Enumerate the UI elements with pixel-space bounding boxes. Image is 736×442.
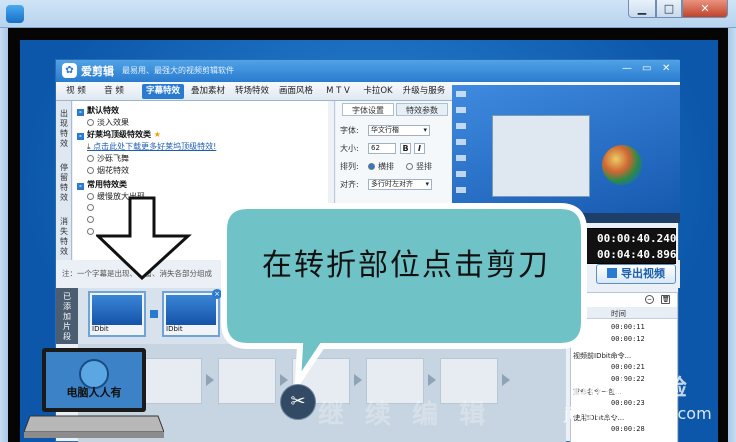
close-button[interactable]: ✕ [682,0,728,18]
radio-icon [87,216,94,223]
bold-button[interactable]: B [400,143,411,154]
size-input[interactable]: 62 [368,143,396,154]
baidu-url-watermark: jingyan.baidu.com [564,404,712,423]
speech-bubble [221,203,587,388]
menu-upgrade-service[interactable]: 升级与服务 [400,84,448,99]
align-label: 对齐: [340,180,359,189]
tab-effect-params[interactable]: 特效参数 [396,103,448,116]
menu-video[interactable]: 视 频 [60,84,92,99]
total-time: 00:04:40.896 [597,248,677,261]
baidu-watermark: Baidu经验 [572,376,687,401]
menu-picture-style[interactable]: 画面风格 [276,84,316,99]
collapse-icon: - [77,109,84,116]
preview-desktop-icons [456,91,466,211]
effect-group-header[interactable]: - 常用特效类 [77,179,127,190]
radio-icon [87,119,94,126]
delete-icon[interactable]: 🗑 [661,295,670,304]
effect-group-header[interactable]: - 好莱坞顶级特效类 ★ [77,129,161,140]
subtitle-time: 00:00:11 [611,323,645,331]
clip-thumbnail[interactable]: IDbit [88,291,146,337]
menu-subtitle-effects[interactable]: 字幕特效 [142,84,184,99]
menu-mtv[interactable]: M T V [320,84,356,99]
app-slogan: 最易用、最强大的视频剪辑软件 [122,66,234,75]
app-close-button[interactable]: ✕ [662,63,670,74]
radio-icon [87,167,94,174]
screen-root: ▁ □ ✕ ✿ 爱剪辑 最易用、最强大的视频剪辑软件 — ▭ ✕ 视 频 音 频… [0,0,736,442]
current-time: 00:00:40.240 [597,232,677,245]
down-arrow-icon [96,196,192,280]
subtitle-time: 00:00:28 [611,425,645,433]
timeline-arrow-icon [206,374,214,386]
effect-item[interactable]: 沙砾飞舞 [87,153,129,164]
collapse-icon: - [77,133,84,140]
export-icon [607,268,617,278]
preview-window-thumbnail [492,115,590,197]
menu-audio[interactable]: 音 频 [98,84,130,99]
download-more-effects-link[interactable]: ⤓ 点击此处下载更多好莱坞顶级特效! [87,141,216,152]
collapse-icon: - [77,183,84,190]
font-select[interactable]: 华文行楷 ▾ [368,125,430,136]
clip-thumbnail[interactable]: IDbit [162,291,220,337]
radio-icon [87,204,94,211]
font-label: 字体: [340,126,359,135]
app-minimize-button[interactable]: — [622,63,632,74]
menu-transitions[interactable]: 转场特效 [232,84,272,99]
subtitle-time: 00:00:12 [611,335,645,343]
laptop-caption: 电脑人人有 [66,386,122,399]
clip-preview-image [166,295,216,325]
radio-icon [87,228,94,235]
tab-stay-effects[interactable]: 停 留 特 效 [57,163,71,203]
tab-font-settings[interactable]: 字体设置 [342,103,394,116]
export-video-button[interactable]: 导出视频 [596,264,676,284]
bubble-instruction-text: 在转折部位点击剪刀 [262,248,550,283]
app-maximize-button[interactable]: ▭ [642,63,651,74]
italic-button[interactable]: I [414,143,425,154]
effect-item[interactable]: 烟花特效 [87,165,129,176]
arrange-horizontal-radio[interactable]: 横排 [368,161,394,172]
tab-appear-effects[interactable]: 出 现 特 效 [57,109,71,149]
added-clips-label-strip: 已 添 加 片 段 [56,288,78,344]
app-title-bar: ✿ 爱剪辑 最易用、最强大的视频剪辑软件 — ▭ ✕ [56,60,680,82]
maximize-button[interactable]: □ [656,0,682,18]
outer-title-bar: ▁ □ ✕ [0,0,736,28]
effect-item[interactable]: 淡入效果 [87,117,129,128]
arrange-vertical-radio[interactable]: 竖排 [406,161,432,172]
continue-edit-watermark: 继 续 编 辑 [318,400,492,430]
effect-group-header[interactable]: - 默认特效 [77,105,119,116]
app-name: 爱剪辑 [81,65,114,78]
radio-icon [87,193,94,200]
menu-overlay[interactable]: 叠加素材 [188,84,228,99]
clip-preview-image [92,295,142,325]
scissors-icon[interactable]: ✂ [280,384,316,420]
align-select[interactable]: 多行时左对齐 ▾ [368,179,432,190]
window-frame-left [0,28,8,442]
menu-karaoke[interactable]: 卡拉OK [360,84,396,99]
radio-icon [87,155,94,162]
window-frame-right [728,28,736,442]
clip-arrow-icon [150,310,158,318]
minimize-button[interactable]: ▁ [628,0,656,18]
minus-icon[interactable]: − [645,295,654,304]
size-label: 大小: [340,144,359,153]
arrange-label: 排列: [340,162,359,171]
player-app-icon [6,5,24,23]
app-logo-icon: ✿ [62,63,77,78]
preview-windows-logo [602,145,642,185]
tab-disappear-effects[interactable]: 消 失 特 效 [57,217,71,257]
